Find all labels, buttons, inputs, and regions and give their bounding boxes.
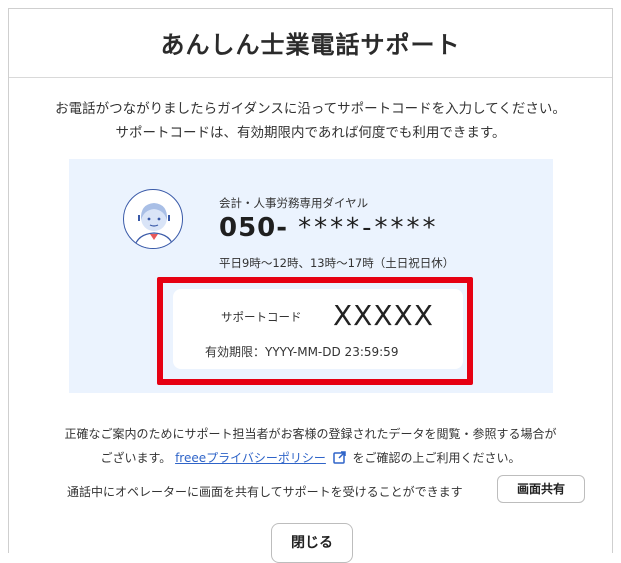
dialog-description-line1: お電話がつながりましたらガイダンスに沿ってサポートコードを入力してください。 <box>55 101 566 117</box>
dial-hours: 平日9時〜12時、13時〜17時（土日祝日休） <box>219 256 455 270</box>
privacy-notice-suffix: をご確認の上ご利用ください。 <box>352 451 521 465</box>
support-dialog: あんしん士業電話サポート お電話がつながりましたらガイダンスに沿ってサポートコー… <box>8 8 613 563</box>
operator-avatar-icon <box>123 189 183 249</box>
title-divider <box>9 77 612 78</box>
privacy-notice-line1: 正確なご案内のためにサポート担当者がお客様の登録されたデータを閲覧・参照する場合… <box>64 427 557 441</box>
privacy-notice-prefix: ございます。 <box>100 451 172 465</box>
privacy-notice-line2: ございます。 freeeプライバシーポリシー をご確認の上ご利用ください。 <box>9 449 612 467</box>
dialog-title: あんしん士業電話サポート <box>160 31 461 59</box>
dial-number-masked: ****-**** <box>298 213 439 243</box>
code-highlight-box <box>157 277 473 385</box>
external-link-icon[interactable] <box>332 451 346 467</box>
privacy-policy-link[interactable]: freeeプライバシーポリシー <box>175 451 326 465</box>
dialog-description-line2: サポートコードは、有効期限内であれば何度でも利用できます。 <box>115 125 506 141</box>
dial-label: 会計・人事労務専用ダイヤル <box>219 196 369 210</box>
screen-share-description: 通話中にオペレーターに画面を共有してサポートを受けることができます <box>67 485 463 499</box>
dial-number: 050- ****-**** <box>219 213 439 243</box>
dial-number-prefix: 050- <box>219 213 289 243</box>
close-button[interactable]: 閉じる <box>271 523 353 563</box>
screen-share-button[interactable]: 画面共有 <box>497 475 585 503</box>
